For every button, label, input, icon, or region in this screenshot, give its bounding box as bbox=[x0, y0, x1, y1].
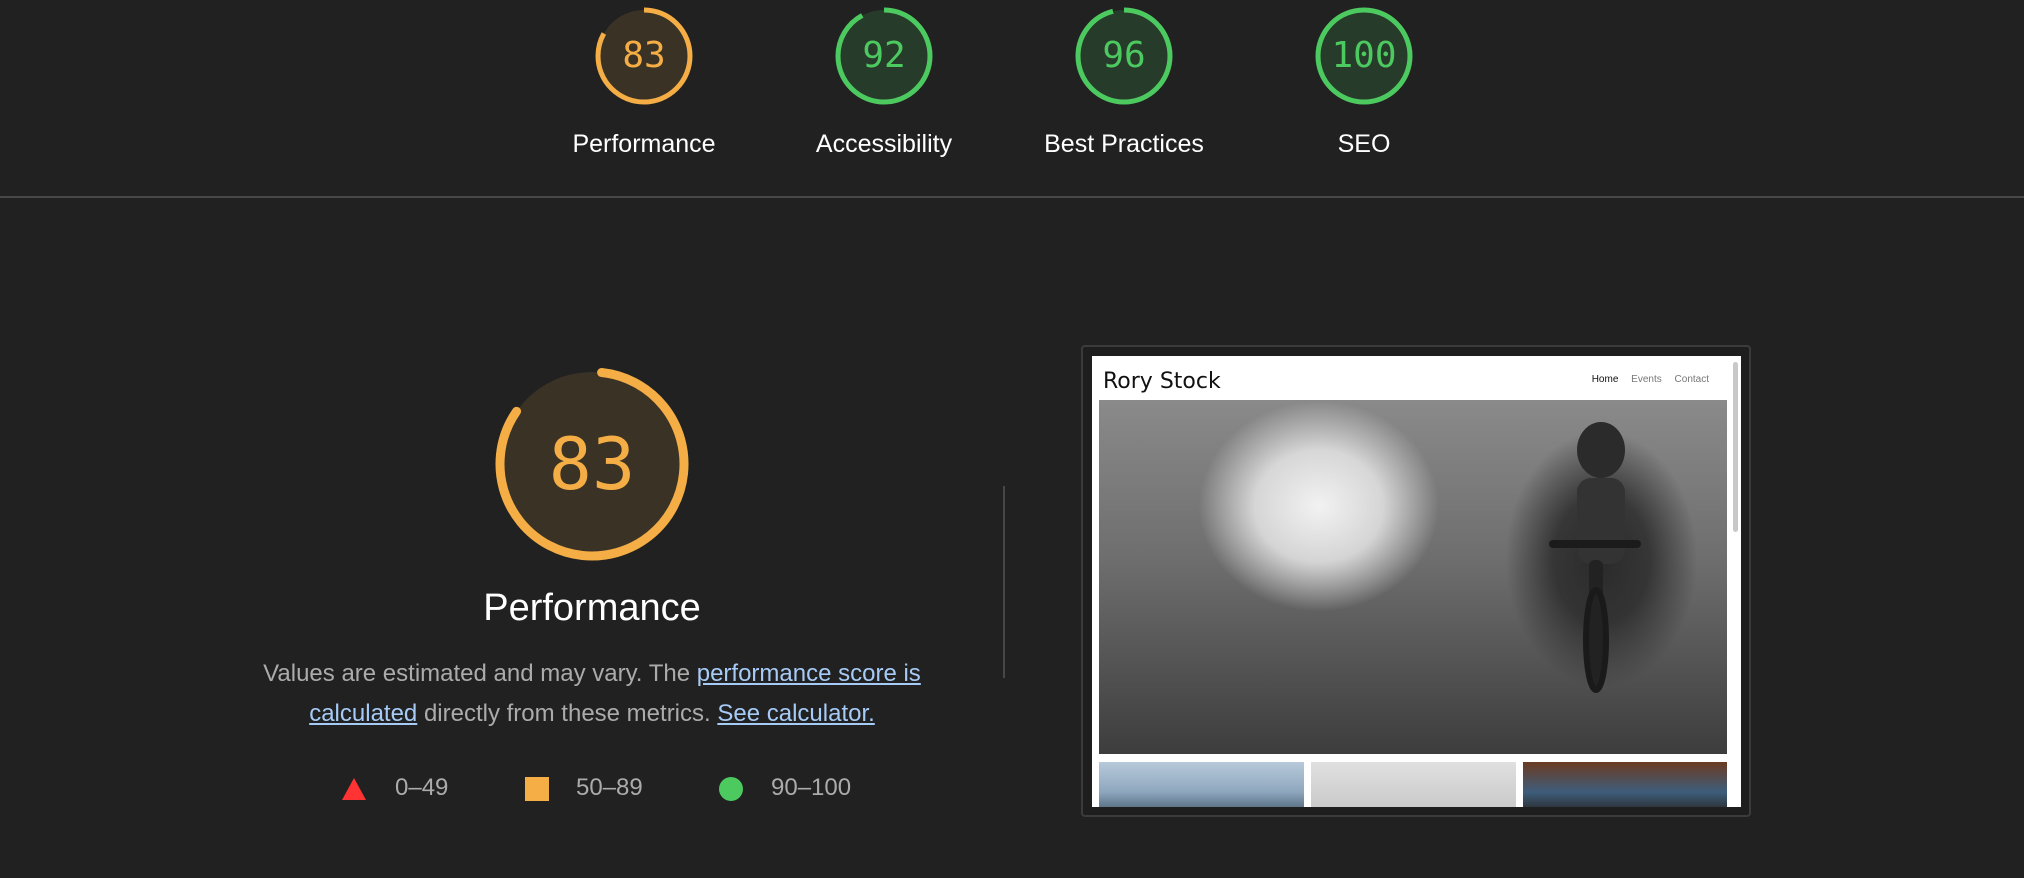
performance-score: 83 bbox=[548, 422, 636, 506]
mountain-biker-image bbox=[1549, 422, 1641, 693]
site-nav-home: Home bbox=[1591, 374, 1619, 385]
site-title: Rory Stock bbox=[1103, 369, 1221, 394]
site-nav-contact: Contact bbox=[1674, 374, 1709, 385]
description-text: directly from these metrics. bbox=[417, 700, 718, 727]
gauge-accessibility[interactable]: 92 Accessibility bbox=[816, 6, 952, 158]
gauge-label: Best Practices bbox=[1044, 130, 1204, 158]
thumbnail-image bbox=[1311, 762, 1516, 807]
gauge-seo[interactable]: 100 SEO bbox=[1314, 6, 1414, 158]
performance-description: Values are estimated and may vary. The p… bbox=[242, 654, 942, 734]
gauge-label: Accessibility bbox=[815, 130, 953, 158]
description-text: Values are estimated and may vary. The bbox=[263, 660, 697, 687]
legend-pass: 90–100 bbox=[718, 771, 888, 805]
site-nav-events: Events bbox=[1631, 374, 1662, 385]
vertical-divider bbox=[1003, 486, 1005, 678]
gauge-performance[interactable]: 83 Performance bbox=[572, 6, 716, 158]
circle-icon bbox=[719, 777, 743, 801]
gauge-score: 96 bbox=[1102, 35, 1146, 76]
legend-fail: 0–49 bbox=[340, 771, 490, 805]
performance-title: Performance bbox=[483, 587, 701, 629]
screenshot-viewport: Rory Stock Home Events Contact bbox=[1092, 356, 1741, 807]
legend-average: 50–89 bbox=[524, 771, 674, 805]
page-screenshot-preview[interactable]: Rory Stock Home Events Contact bbox=[1081, 345, 1751, 817]
header-divider bbox=[0, 196, 2024, 198]
site-nav: Home Events Contact bbox=[1582, 374, 1709, 385]
gauge-best-practices[interactable]: 96 Best Practices bbox=[1044, 6, 1204, 158]
legend-range: 90–100 bbox=[771, 774, 852, 801]
thumbnail-image bbox=[1523, 762, 1727, 807]
gauge-score: 100 bbox=[1331, 35, 1397, 76]
see-calculator-link[interactable]: See calculator. bbox=[717, 700, 874, 727]
gauge-label: Performance bbox=[572, 130, 716, 158]
thumbnail-image bbox=[1099, 762, 1304, 807]
gauge-label: SEO bbox=[1337, 130, 1391, 158]
legend-range: 0–49 bbox=[395, 774, 449, 801]
gauge-score: 83 bbox=[622, 35, 666, 76]
gauge-score: 92 bbox=[862, 35, 906, 76]
triangle-icon bbox=[342, 778, 366, 800]
legend-range: 50–89 bbox=[576, 774, 643, 801]
scrollbar[interactable] bbox=[1733, 362, 1738, 532]
hero-image bbox=[1099, 400, 1727, 754]
square-icon bbox=[525, 777, 549, 801]
performance-gauge-large: 83 bbox=[495, 367, 689, 561]
